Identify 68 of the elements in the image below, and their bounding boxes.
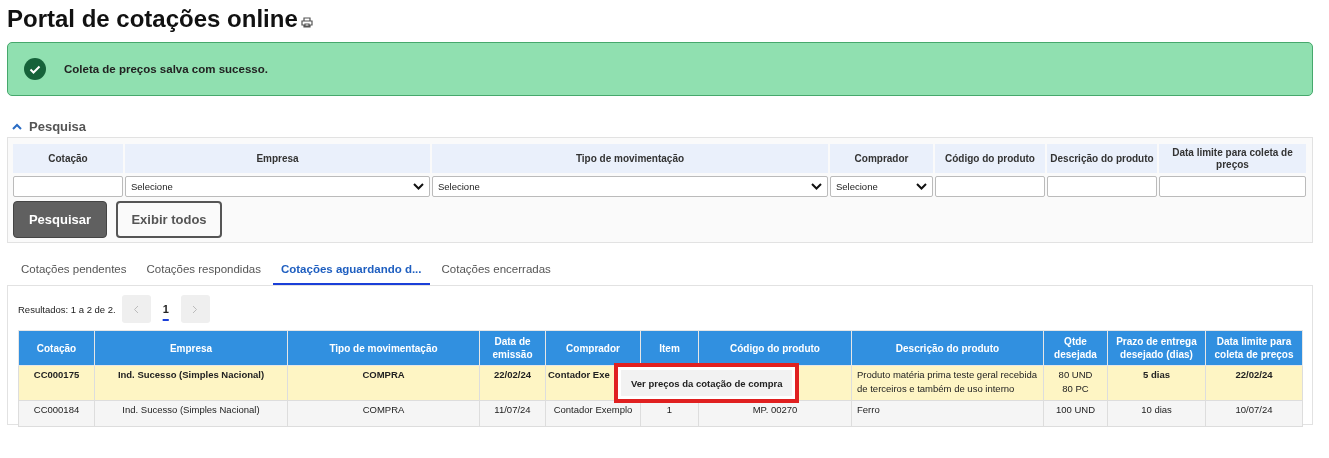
filter-label: Descrição do produto	[1047, 144, 1157, 173]
collapse-chevron-icon[interactable]	[12, 122, 22, 130]
table-cell: Ind. Sucesso (Simples Nacional)	[117, 369, 265, 380]
chevron-down-icon	[811, 183, 822, 190]
input-field[interactable]	[935, 176, 1045, 197]
filter-label: Tipo de movimentação	[432, 144, 828, 173]
table-cell: COMPRA	[362, 369, 405, 380]
printer-icon[interactable]	[300, 17, 313, 28]
alert-message: Coleta de preços salva com sucesso.	[64, 63, 268, 75]
input-field[interactable]	[13, 176, 123, 197]
column-header: Cotação	[18, 330, 95, 366]
column-header: Empresa	[94, 330, 288, 366]
table-cell: Produto matéria prima teste geral recebida de terceiros e também de uso interno	[857, 369, 1038, 394]
select-field[interactable]: Selecione	[830, 176, 933, 197]
table-cell: 10 dias	[1141, 404, 1172, 415]
input-field[interactable]	[1047, 176, 1157, 197]
filter-label: Código do produto	[935, 144, 1045, 173]
table-cell: 11/07/24	[494, 404, 531, 415]
column-header: Qtde desejada	[1043, 330, 1108, 366]
page-number[interactable]: 1	[151, 295, 180, 323]
search-section-title[interactable]: Pesquisa	[29, 118, 87, 134]
show-all-button[interactable]: Exibir todos	[116, 201, 222, 238]
chevron-right-icon	[192, 304, 199, 314]
table-cell: CC000184	[33, 404, 80, 415]
filter-label: Empresa	[125, 144, 430, 173]
column-header: Tipo de movimentação	[287, 330, 480, 366]
results-count: Resultados: 1 a 2 de 2.	[18, 303, 116, 315]
column-header: Item	[640, 330, 699, 366]
chevron-down-icon	[916, 183, 927, 190]
tab[interactable]: Cotações encerradas	[433, 254, 559, 285]
column-header: Comprador	[545, 330, 641, 366]
column-header: Data de emissão	[479, 330, 546, 366]
table-cell: 22/02/24	[494, 369, 531, 380]
column-header: Data limite para coleta de preços	[1205, 330, 1303, 366]
search-button[interactable]: Pesquisar	[13, 201, 107, 238]
column-header: Prazo de entrega desejado (dias)	[1107, 330, 1206, 366]
chevron-down-icon	[413, 183, 424, 190]
tab[interactable]: Cotações pendentes	[13, 254, 135, 285]
chevron-left-icon	[133, 304, 140, 314]
table-cell-text: 80 PC	[1061, 382, 1090, 396]
check-icon	[24, 58, 46, 80]
filter-label: Comprador	[830, 144, 933, 173]
table-cell: 10/07/24	[1235, 404, 1273, 415]
next-page-button[interactable]	[180, 295, 210, 323]
table-cell: MP. 00270	[752, 404, 798, 415]
table-cell-text: 100 UND	[1054, 403, 1097, 417]
select-field[interactable]: Selecione	[432, 176, 828, 197]
column-header: Descrição do produto	[851, 330, 1044, 366]
table-cell: Contador Exe	[548, 369, 610, 380]
table-cell: Contador Exemplo	[553, 404, 633, 415]
column-header: Código do produto	[698, 330, 852, 366]
select-field[interactable]: Selecione	[125, 176, 430, 197]
page-title: Portal de cotações online	[7, 4, 298, 34]
tab[interactable]: Cotações aguardando d...	[272, 254, 430, 285]
filter-label: Cotação	[13, 144, 123, 173]
table-cell-text: 80 UND	[1057, 368, 1094, 382]
table-cell: Ind. Sucesso (Simples Nacional)	[122, 404, 260, 415]
previous-page-button[interactable]	[121, 295, 151, 323]
filter-label: Data limite para coleta de preços	[1159, 144, 1306, 173]
table-cell: 5 dias	[1143, 369, 1170, 380]
table-cell: CC000175	[33, 369, 80, 380]
input-field[interactable]	[1159, 176, 1306, 197]
table-cell: 1	[666, 404, 673, 415]
table-cell: 22/02/24	[1235, 369, 1273, 380]
table-cell: Ferro	[857, 404, 880, 415]
table-cell: COMPRA	[362, 404, 405, 415]
tab[interactable]: Cotações respondidas	[138, 254, 269, 285]
menu-item[interactable]: Ver preços da cotação de compra	[621, 370, 792, 396]
